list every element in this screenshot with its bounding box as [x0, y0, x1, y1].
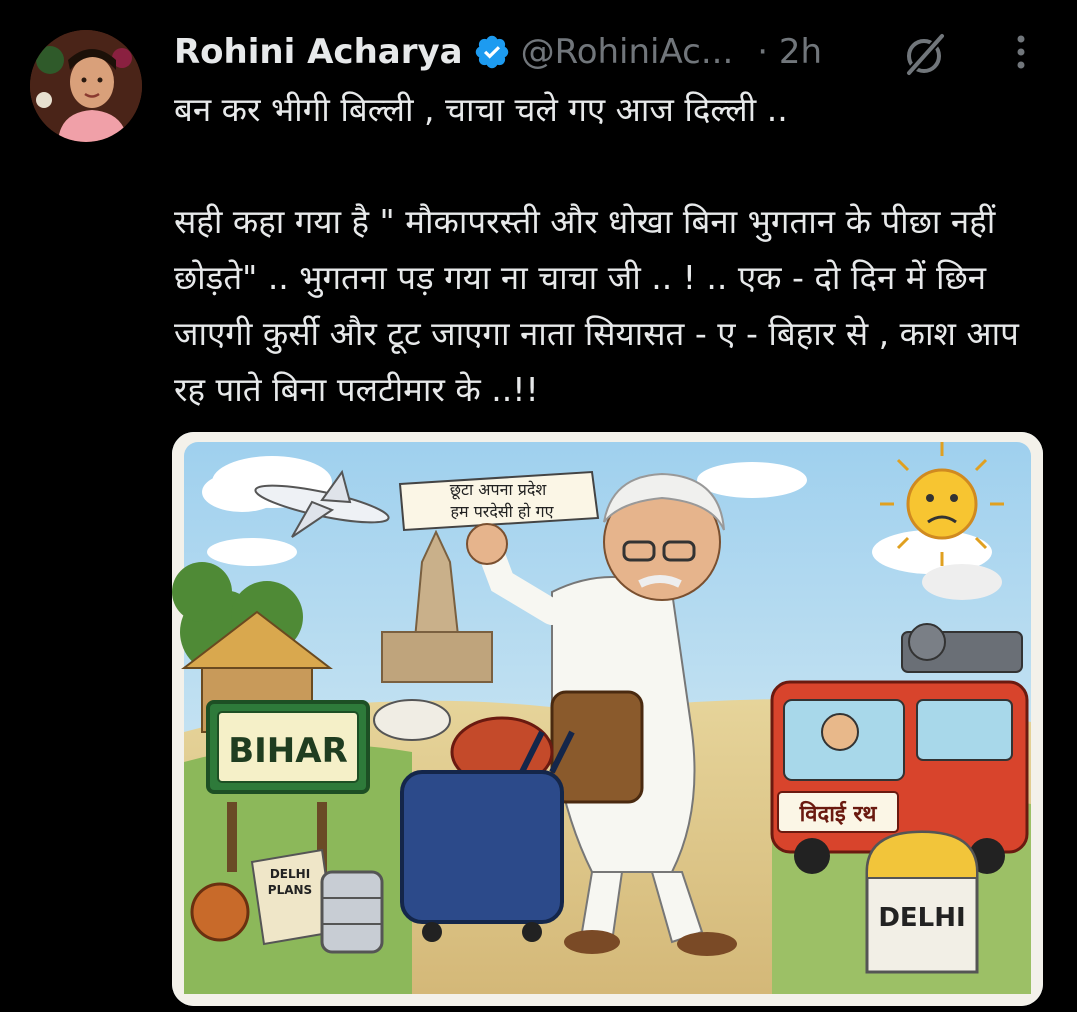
tweet-text: बन कर भीगी बिल्ली , चाचा चले गए आज दिल्ल…	[174, 82, 1054, 418]
map-text-2: PLANS	[268, 883, 312, 897]
author-handle[interactable]: @RohiniAc...	[521, 32, 734, 72]
cow	[373, 699, 451, 741]
grok-icon[interactable]	[902, 32, 948, 78]
delhi-milestone: DELHI	[865, 830, 979, 974]
more-vertical-icon[interactable]	[1004, 32, 1038, 72]
timestamp[interactable]: · 2h	[757, 32, 822, 72]
tweet-image[interactable]: छूटा अपना प्रदेश हम परदेसी हो गए BIHAR व…	[172, 432, 1043, 1006]
tweet-line-1: बन कर भीगी बिल्ली , चाचा चले गए आज दिल्ल…	[174, 90, 788, 129]
bihar-sign-text: BIHAR	[228, 731, 348, 771]
author-name[interactable]: Rohini Acharya	[174, 32, 463, 72]
verified-badge-icon	[473, 33, 511, 71]
milestone-text: DELHI	[878, 903, 965, 933]
clay-pot	[190, 882, 250, 942]
map-text-1: DELHI	[270, 867, 310, 881]
tiffin-box	[320, 870, 384, 954]
avatar[interactable]	[30, 30, 142, 142]
banner-line-1: छूटा अपना प्रदेश	[450, 480, 548, 500]
bus-sign-text: विदाई रथ	[799, 800, 878, 827]
tweet-paragraph-2: सही कहा गया है " मौकापरस्ती और धोखा बिना…	[174, 202, 1030, 409]
banner-line-2: हम परदेसी हो गए	[451, 502, 555, 521]
tweet-header: Rohini Acharya @RohiniAc... · 2h	[174, 26, 822, 78]
